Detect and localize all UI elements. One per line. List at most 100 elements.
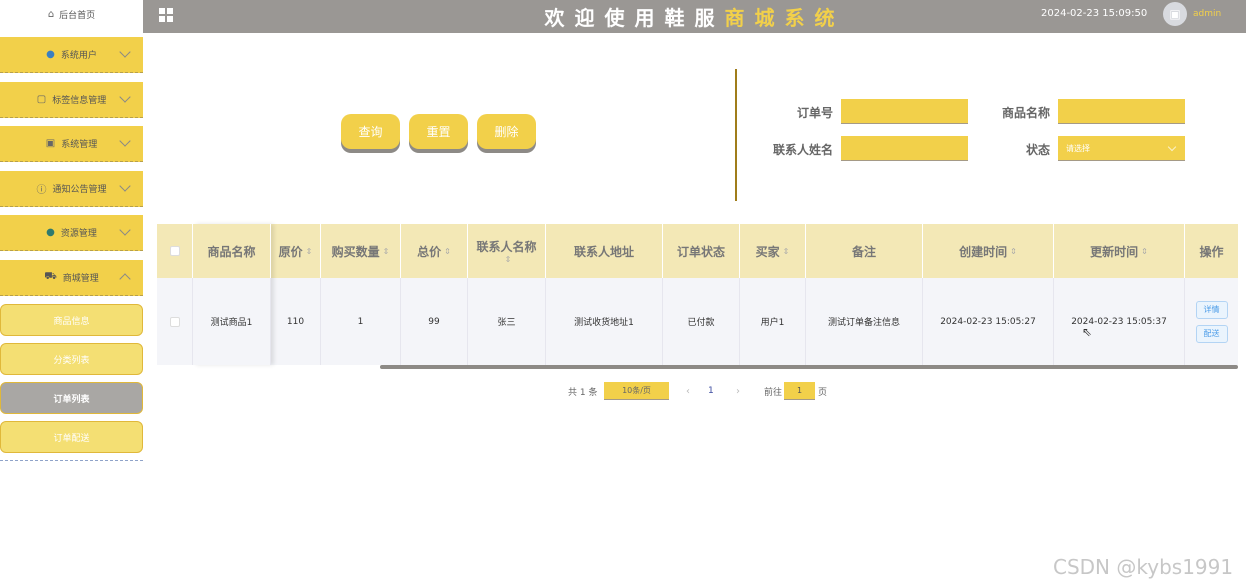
cart-icon: ⛟ bbox=[44, 271, 57, 282]
watermark: CSDN @kybs1991 bbox=[1053, 555, 1234, 579]
sidebar-item-mall[interactable]: ⛟ 商城管理 bbox=[0, 260, 143, 296]
col-created[interactable]: 创建时间 ⇕ bbox=[923, 224, 1054, 278]
deliver-button[interactable]: 配送 bbox=[1195, 324, 1228, 343]
col-buyer[interactable]: 买家 ⇕ bbox=[740, 224, 806, 278]
page-suffix: 页 bbox=[818, 387, 828, 398]
sidebar-item-system-users[interactable]: ● 系统用户 bbox=[0, 37, 143, 73]
product-name-input[interactable] bbox=[1058, 99, 1185, 124]
detail-button[interactable]: 详情 bbox=[1195, 300, 1228, 319]
sidebar-item-resource[interactable]: ● 资源管理 bbox=[0, 215, 143, 251]
select-all-checkbox[interactable] bbox=[169, 246, 180, 256]
sidebar-item-label: 系统管理 bbox=[61, 140, 98, 150]
status-select-placeholder: 请选择 bbox=[1066, 144, 1090, 153]
edit-icon: ▢ bbox=[36, 94, 47, 105]
status-label: 状态 bbox=[1025, 143, 1050, 157]
sidebar-home-label: 后台首页 bbox=[59, 10, 96, 21]
sidebar-sub-order-list[interactable]: 订单列表 bbox=[0, 382, 143, 414]
next-page-icon[interactable]: › bbox=[736, 382, 740, 400]
image-icon: ▣ bbox=[45, 138, 56, 149]
col-address: 联系人地址 bbox=[546, 224, 663, 278]
cell-status: 已付款 bbox=[663, 278, 740, 365]
status-select[interactable]: 请选择 bbox=[1058, 136, 1185, 161]
cell-updated: 2024-02-23 15:05:37 bbox=[1054, 278, 1185, 365]
cell-buyer: 用户1 bbox=[740, 278, 806, 365]
sidebar-sub-order-delivery[interactable]: 订单配送 bbox=[0, 421, 143, 453]
cell-qty: 1 bbox=[321, 278, 401, 365]
col-remark: 备注 bbox=[806, 224, 923, 278]
avatar[interactable]: ▣ bbox=[1163, 2, 1187, 26]
sort-icon[interactable]: ⇕ bbox=[505, 255, 512, 264]
page-size-select[interactable]: 10条/页 bbox=[604, 382, 669, 400]
sidebar-item-label: 通知公告管理 bbox=[52, 185, 107, 195]
sidebar: ⌂ 后台首页 ● 系统用户 ▢ 标签信息管理 ▣ 系统管理 ⓘ 通知公告管理 ●… bbox=[0, 0, 143, 588]
top-header: 欢迎使用鞋服商城系统 2024-02-23 15:09:50 ▣ admin bbox=[143, 0, 1246, 33]
col-operation: 操作 bbox=[1199, 244, 1224, 259]
home-icon: ⌂ bbox=[47, 8, 55, 20]
col-product: 商品名称 bbox=[193, 224, 271, 278]
fixed-product-column: 商品名称 测试商品1 bbox=[193, 224, 271, 365]
location-icon: ● bbox=[46, 227, 55, 238]
query-button[interactable]: 查询 bbox=[341, 114, 400, 149]
chevron-down-icon bbox=[119, 46, 131, 58]
prev-page-icon[interactable]: ‹ bbox=[686, 382, 690, 400]
page-number[interactable]: 1 bbox=[708, 382, 714, 400]
col-total[interactable]: 总价 ⇕ bbox=[401, 224, 468, 278]
info-icon: ⓘ bbox=[36, 185, 47, 196]
mouse-cursor-icon: ⇖ bbox=[1082, 325, 1093, 339]
contact-name-input[interactable] bbox=[841, 136, 968, 161]
goto-page-input[interactable]: 1 bbox=[784, 382, 815, 400]
title-part-yellow: 商城系统 bbox=[724, 6, 845, 30]
sidebar-item-label: 系统用户 bbox=[60, 51, 97, 61]
cell-created: 2024-02-23 15:05:27 bbox=[923, 278, 1054, 365]
reset-button[interactable]: 重置 bbox=[409, 114, 468, 149]
chevron-down-icon bbox=[119, 91, 131, 103]
cell-price: 110 bbox=[271, 278, 321, 365]
sidebar-item-label: 标签信息管理 bbox=[52, 96, 107, 106]
table-header: 原价 ⇕ 购买数量 ⇕ 总价 ⇕ 联系人名称 ⇕ 联系人地址 订单状态 买家 ⇕ 备注 创… bbox=[157, 224, 1238, 278]
col-price[interactable]: 原价 ⇕ bbox=[271, 224, 321, 278]
cell-remark: 测试订单备注信息 bbox=[806, 278, 923, 365]
sort-icon[interactable]: ⇕ bbox=[1141, 247, 1148, 256]
pagination-total: 共 1 条 bbox=[568, 387, 598, 398]
filter-divider bbox=[735, 69, 737, 201]
col-contact[interactable]: 联系人名称 ⇕ bbox=[468, 224, 546, 278]
sidebar-sub-product-info[interactable]: 商品信息 bbox=[0, 304, 143, 336]
sub-item-label: 订单配送 bbox=[53, 433, 90, 444]
delete-button[interactable]: 删除 bbox=[477, 114, 536, 149]
sort-icon[interactable]: ⇕ bbox=[383, 247, 390, 256]
sort-icon[interactable]: ⇕ bbox=[444, 247, 451, 256]
col-qty[interactable]: 购买数量 ⇕ bbox=[321, 224, 401, 278]
select-all-checkbox-cell[interactable] bbox=[157, 224, 193, 278]
sidebar-item-notice[interactable]: ⓘ 通知公告管理 bbox=[0, 171, 143, 207]
cell-operations: 详情 配送 bbox=[1185, 278, 1238, 365]
cell-contact: 张三 bbox=[468, 278, 546, 365]
image-icon: ▣ bbox=[1169, 7, 1181, 21]
sidebar-divider bbox=[0, 460, 143, 461]
table-row: 110 1 99 张三 测试收货地址1 已付款 用户1 测试订单备注信息 202… bbox=[157, 278, 1238, 365]
chevron-down-icon bbox=[119, 135, 131, 147]
sidebar-sub-category-list[interactable]: 分类列表 bbox=[0, 343, 143, 375]
cell-address: 测试收货地址1 bbox=[546, 278, 663, 365]
order-no-input[interactable] bbox=[841, 99, 968, 124]
sidebar-item-tag-info[interactable]: ▢ 标签信息管理 bbox=[0, 82, 143, 118]
chevron-down-icon bbox=[1167, 142, 1177, 152]
horizontal-scrollbar[interactable] bbox=[380, 365, 1238, 369]
product-name-label: 商品名称 bbox=[1001, 106, 1050, 120]
sort-icon[interactable]: ⇕ bbox=[783, 247, 790, 256]
sort-icon[interactable]: ⇕ bbox=[1010, 247, 1017, 256]
cell-total: 99 bbox=[401, 278, 468, 365]
sub-item-label: 商品信息 bbox=[53, 316, 90, 327]
sidebar-item-system-manage[interactable]: ▣ 系统管理 bbox=[0, 126, 143, 162]
row-checkbox[interactable] bbox=[169, 316, 180, 327]
sidebar-home[interactable]: ⌂ 后台首页 bbox=[0, 0, 143, 28]
username[interactable]: admin bbox=[1193, 9, 1221, 19]
sidebar-item-label: 商城管理 bbox=[62, 274, 99, 284]
sub-item-label: 订单列表 bbox=[53, 394, 90, 405]
row-checkbox-cell[interactable] bbox=[157, 278, 193, 365]
col-updated[interactable]: 更新时间 ⇕ bbox=[1054, 224, 1185, 278]
sidebar-item-label: 资源管理 bbox=[60, 229, 97, 239]
sort-icon[interactable]: ⇕ bbox=[306, 247, 313, 256]
order-no-label: 订单号 bbox=[796, 106, 833, 120]
chevron-down-icon bbox=[119, 180, 131, 192]
sub-item-label: 分类列表 bbox=[53, 355, 90, 366]
